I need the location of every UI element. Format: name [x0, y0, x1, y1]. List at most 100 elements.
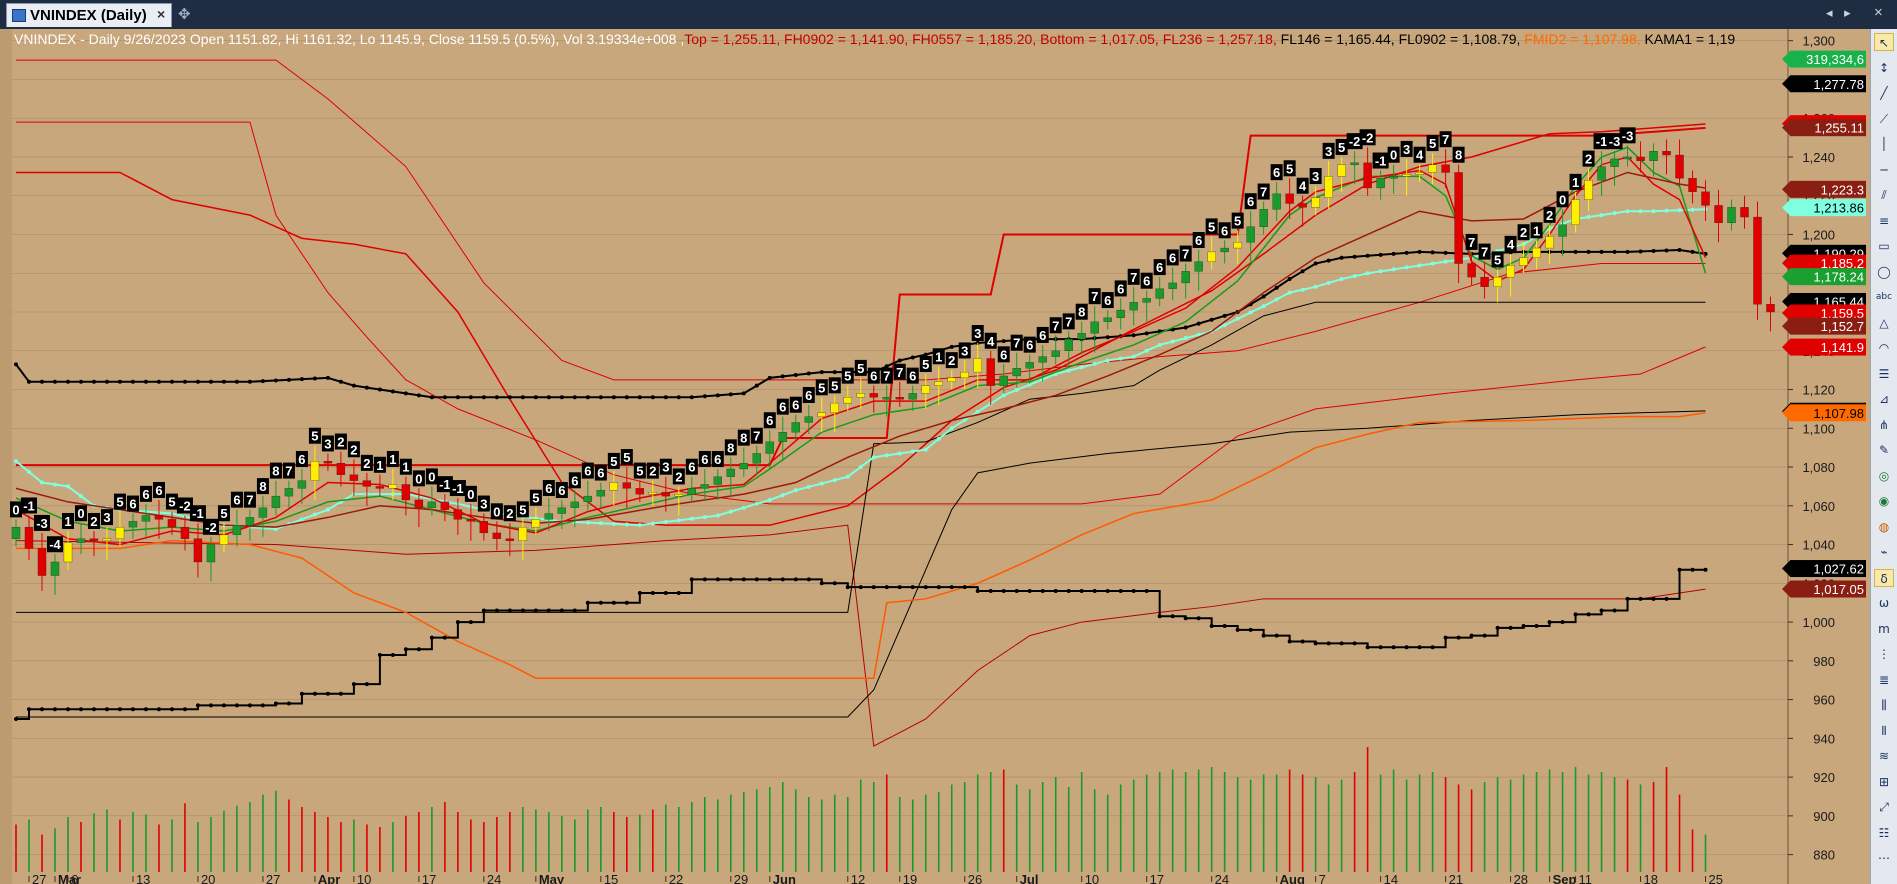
candle-body[interactable] — [310, 461, 320, 481]
layers-icon[interactable]: ☷ — [1874, 824, 1894, 842]
candle-body[interactable] — [934, 381, 943, 386]
candle-body[interactable] — [596, 490, 606, 497]
pencil-icon[interactable]: ✎ — [1874, 441, 1894, 459]
candle-body[interactable] — [1324, 176, 1333, 198]
candle-body[interactable] — [1623, 156, 1632, 160]
target-icon[interactable]: ◉ — [1874, 492, 1894, 510]
candle-body[interactable] — [284, 488, 294, 497]
pitchfork-icon[interactable]: ⋔ — [1874, 416, 1894, 434]
candle-body[interactable] — [830, 402, 839, 413]
candle-body[interactable] — [466, 519, 476, 522]
trendline-icon[interactable]: ╱ — [1874, 84, 1894, 102]
candle-body[interactable] — [960, 371, 969, 379]
candle-body[interactable] — [1558, 224, 1567, 237]
candle-body[interactable] — [570, 501, 580, 508]
rectangle-icon[interactable]: ▭ — [1874, 237, 1894, 255]
channel-icon[interactable]: ⫽ — [1874, 186, 1894, 204]
omega-icon[interactable]: ω — [1874, 594, 1894, 612]
candle-body[interactable] — [206, 544, 216, 563]
candle-body[interactable] — [752, 453, 761, 464]
candle-body[interactable] — [1090, 321, 1099, 334]
measure-icon[interactable]: ⌁ — [1874, 543, 1894, 561]
tab-close-icon[interactable]: × — [157, 6, 165, 22]
candle-body[interactable] — [1181, 271, 1190, 284]
tab-scroll-arrows-icon[interactable]: ◂ ▸ — [1826, 5, 1855, 21]
candle-body[interactable] — [947, 377, 956, 382]
candle-body[interactable] — [843, 397, 852, 404]
candle-body[interactable] — [986, 358, 995, 386]
candle-body[interactable] — [1415, 172, 1424, 175]
candle-body[interactable] — [1350, 162, 1359, 165]
candle-body[interactable] — [414, 499, 424, 508]
candle-body[interactable] — [1753, 216, 1762, 305]
candle-body[interactable] — [1103, 317, 1112, 322]
fibonacci-icon[interactable]: ☰ — [1874, 365, 1894, 383]
candle-body[interactable] — [1337, 164, 1346, 177]
candle-body[interactable] — [1545, 236, 1554, 249]
candle-body[interactable] — [921, 385, 930, 394]
candle-body[interactable] — [1740, 207, 1749, 218]
candle-body[interactable] — [1649, 151, 1658, 161]
vertical-line-icon[interactable]: │ — [1874, 135, 1894, 153]
candle-body[interactable] — [479, 521, 489, 534]
candle-body[interactable] — [297, 480, 307, 489]
candle-body[interactable] — [1441, 164, 1450, 173]
candle-body[interactable] — [1064, 338, 1073, 351]
candle-body[interactable] — [1298, 203, 1307, 208]
candle-body[interactable] — [1025, 362, 1034, 369]
candle-body[interactable] — [219, 534, 229, 545]
candle-body[interactable] — [1597, 166, 1606, 181]
candle-body[interactable] — [492, 532, 502, 539]
candle-body[interactable] — [1571, 199, 1580, 225]
chart-tab[interactable]: VNINDEX (Daily) × — [6, 3, 172, 27]
candle-body[interactable] — [999, 375, 1008, 386]
candle-body[interactable] — [37, 548, 47, 576]
candle-body[interactable] — [583, 495, 593, 503]
triangle-icon[interactable]: △ — [1874, 314, 1894, 332]
candle-body[interactable] — [791, 422, 800, 433]
candle-body[interactable] — [1467, 263, 1476, 278]
candle-body[interactable] — [1428, 164, 1437, 173]
candle-body[interactable] — [115, 526, 125, 539]
candle-body[interactable] — [1129, 302, 1138, 311]
candle-body[interactable] — [505, 538, 515, 541]
candle-body[interactable] — [1480, 276, 1489, 287]
candle-body[interactable] — [1519, 257, 1528, 266]
candle-body[interactable] — [765, 441, 774, 454]
candle-body[interactable] — [1038, 356, 1047, 363]
text-tool-icon[interactable]: abc — [1874, 288, 1894, 306]
ellipse-icon[interactable]: ◯ — [1874, 263, 1894, 281]
parallel-lines-icon[interactable]: ≡ — [1874, 212, 1894, 230]
candle-body[interactable] — [1701, 191, 1710, 206]
candle-body[interactable] — [427, 501, 437, 508]
candle-body[interactable] — [180, 526, 190, 539]
candle-body[interactable] — [869, 393, 878, 398]
candle-body[interactable] — [1376, 178, 1385, 189]
color-icon[interactable]: ◍ — [1874, 518, 1894, 536]
candle-body[interactable] — [1506, 265, 1515, 278]
candle-body[interactable] — [245, 517, 255, 526]
candle-body[interactable] — [687, 488, 696, 495]
candle-body[interactable] — [440, 501, 450, 510]
candle-body[interactable] — [1012, 368, 1021, 377]
candle-body[interactable] — [11, 526, 21, 539]
candle-body[interactable] — [778, 432, 787, 442]
candle-body[interactable] — [908, 393, 917, 400]
candle-body[interactable] — [609, 482, 619, 491]
candle-body[interactable] — [128, 521, 138, 528]
candle-body[interactable] — [804, 416, 813, 423]
zoom-icon[interactable]: ⤢ — [1874, 798, 1894, 816]
candle-body[interactable] — [154, 515, 164, 520]
bars-icon[interactable]: ⫼ — [1874, 696, 1894, 714]
candle-body[interactable] — [1402, 174, 1411, 177]
candle-body[interactable] — [856, 393, 865, 398]
candle-body[interactable] — [1259, 209, 1268, 227]
wifi-icon[interactable]: ≋ — [1874, 747, 1894, 765]
candle-body[interactable] — [1610, 158, 1619, 167]
candle-body[interactable] — [1454, 172, 1463, 264]
candle-body[interactable] — [1727, 207, 1736, 224]
candle-body[interactable] — [674, 494, 683, 497]
delta-icon[interactable]: δ — [1874, 568, 1894, 587]
candle-body[interactable] — [726, 468, 735, 477]
candle-body[interactable] — [1207, 251, 1216, 262]
